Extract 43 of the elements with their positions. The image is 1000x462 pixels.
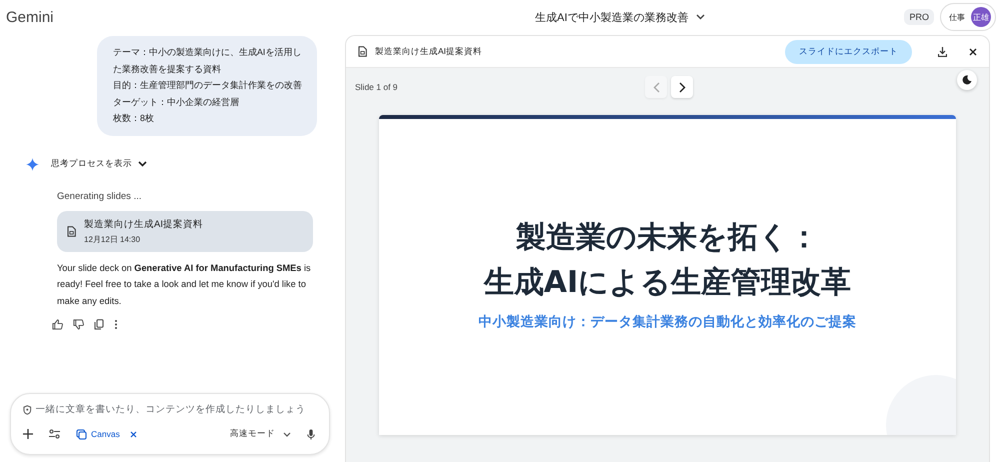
thumbs-down-icon[interactable] <box>73 319 84 330</box>
document-icon <box>358 46 367 57</box>
status-text: Generating slides ... <box>57 190 142 202</box>
download-icon[interactable] <box>938 46 947 56</box>
mode-selector[interactable]: 高速モード <box>230 428 291 440</box>
microphone-icon[interactable] <box>307 428 315 440</box>
add-icon[interactable] <box>23 429 33 439</box>
avatar[interactable]: 正雄 <box>971 7 991 27</box>
moon-icon[interactable] <box>957 70 977 90</box>
slide-subtitle: 中小製造業向け：データ集計業務の自動化と効率化のご提案 <box>478 313 856 331</box>
app-logo[interactable]: Gemini <box>6 8 336 26</box>
account-switcher[interactable]: 仕事 正雄 <box>940 3 996 31</box>
file-title: 製造業向け生成AI提案資料 <box>84 218 203 230</box>
prompt-input[interactable]: 一緒に文章を書いたり、コンテンツを作成したりしましょう <box>36 404 303 415</box>
sparkle-icon <box>26 158 39 170</box>
conversation-title[interactable]: 生成AIで中小製造業の業務改善 <box>531 8 710 26</box>
thumbs-up-icon[interactable] <box>52 319 63 330</box>
document-title: 製造業向け生成AI提案資料 <box>375 46 484 58</box>
tools-icon[interactable] <box>49 429 60 439</box>
document-icon <box>67 226 76 236</box>
chevron-left-icon <box>652 82 660 92</box>
copy-icon[interactable] <box>94 319 104 330</box>
next-slide-button[interactable] <box>671 76 693 98</box>
export-button[interactable]: スライドにエクスポート <box>785 40 912 64</box>
canvas-chip[interactable]: Canvas <box>76 428 137 440</box>
user-message: テーマ：中小の製造業向けに、生成AIを活用した業務改善を提案する資料 目的：生産管理部門のデータ集計作業をの改善 ターゲット：中小企業の経営層 枚数：8枚 <box>97 36 317 136</box>
plan-badge: PRO <box>904 9 934 25</box>
more-icon[interactable] <box>114 319 118 330</box>
canvas-icon <box>76 428 87 440</box>
chevron-right-icon <box>678 82 686 92</box>
close-icon[interactable] <box>130 430 137 438</box>
chevron-down-icon <box>283 432 291 436</box>
slide-title: 製造業の未来を拓く： 生成AIによる生産管理改革 <box>484 219 852 302</box>
slide-counter: Slide 1 of 9 <box>355 82 399 92</box>
chevron-down-icon <box>696 14 706 20</box>
file-date: 12月12日 14:30 <box>84 234 142 244</box>
shield-icon <box>23 404 32 414</box>
chevron-icon <box>138 161 147 167</box>
close-icon[interactable] <box>969 48 977 56</box>
show-thinking-toggle[interactable]: 思考プロセスを表示 <box>51 158 147 170</box>
account-label: 仕事 <box>949 12 965 22</box>
response-text: Your slide deck on Generative AI for Manufacturing SMEs is ready! Feel free to take a look and let me know if you'd like to make any edits. <box>57 262 312 308</box>
file-card[interactable]: 製造業向け生成AI提案資料 12月12日 14:30 <box>57 210 313 252</box>
